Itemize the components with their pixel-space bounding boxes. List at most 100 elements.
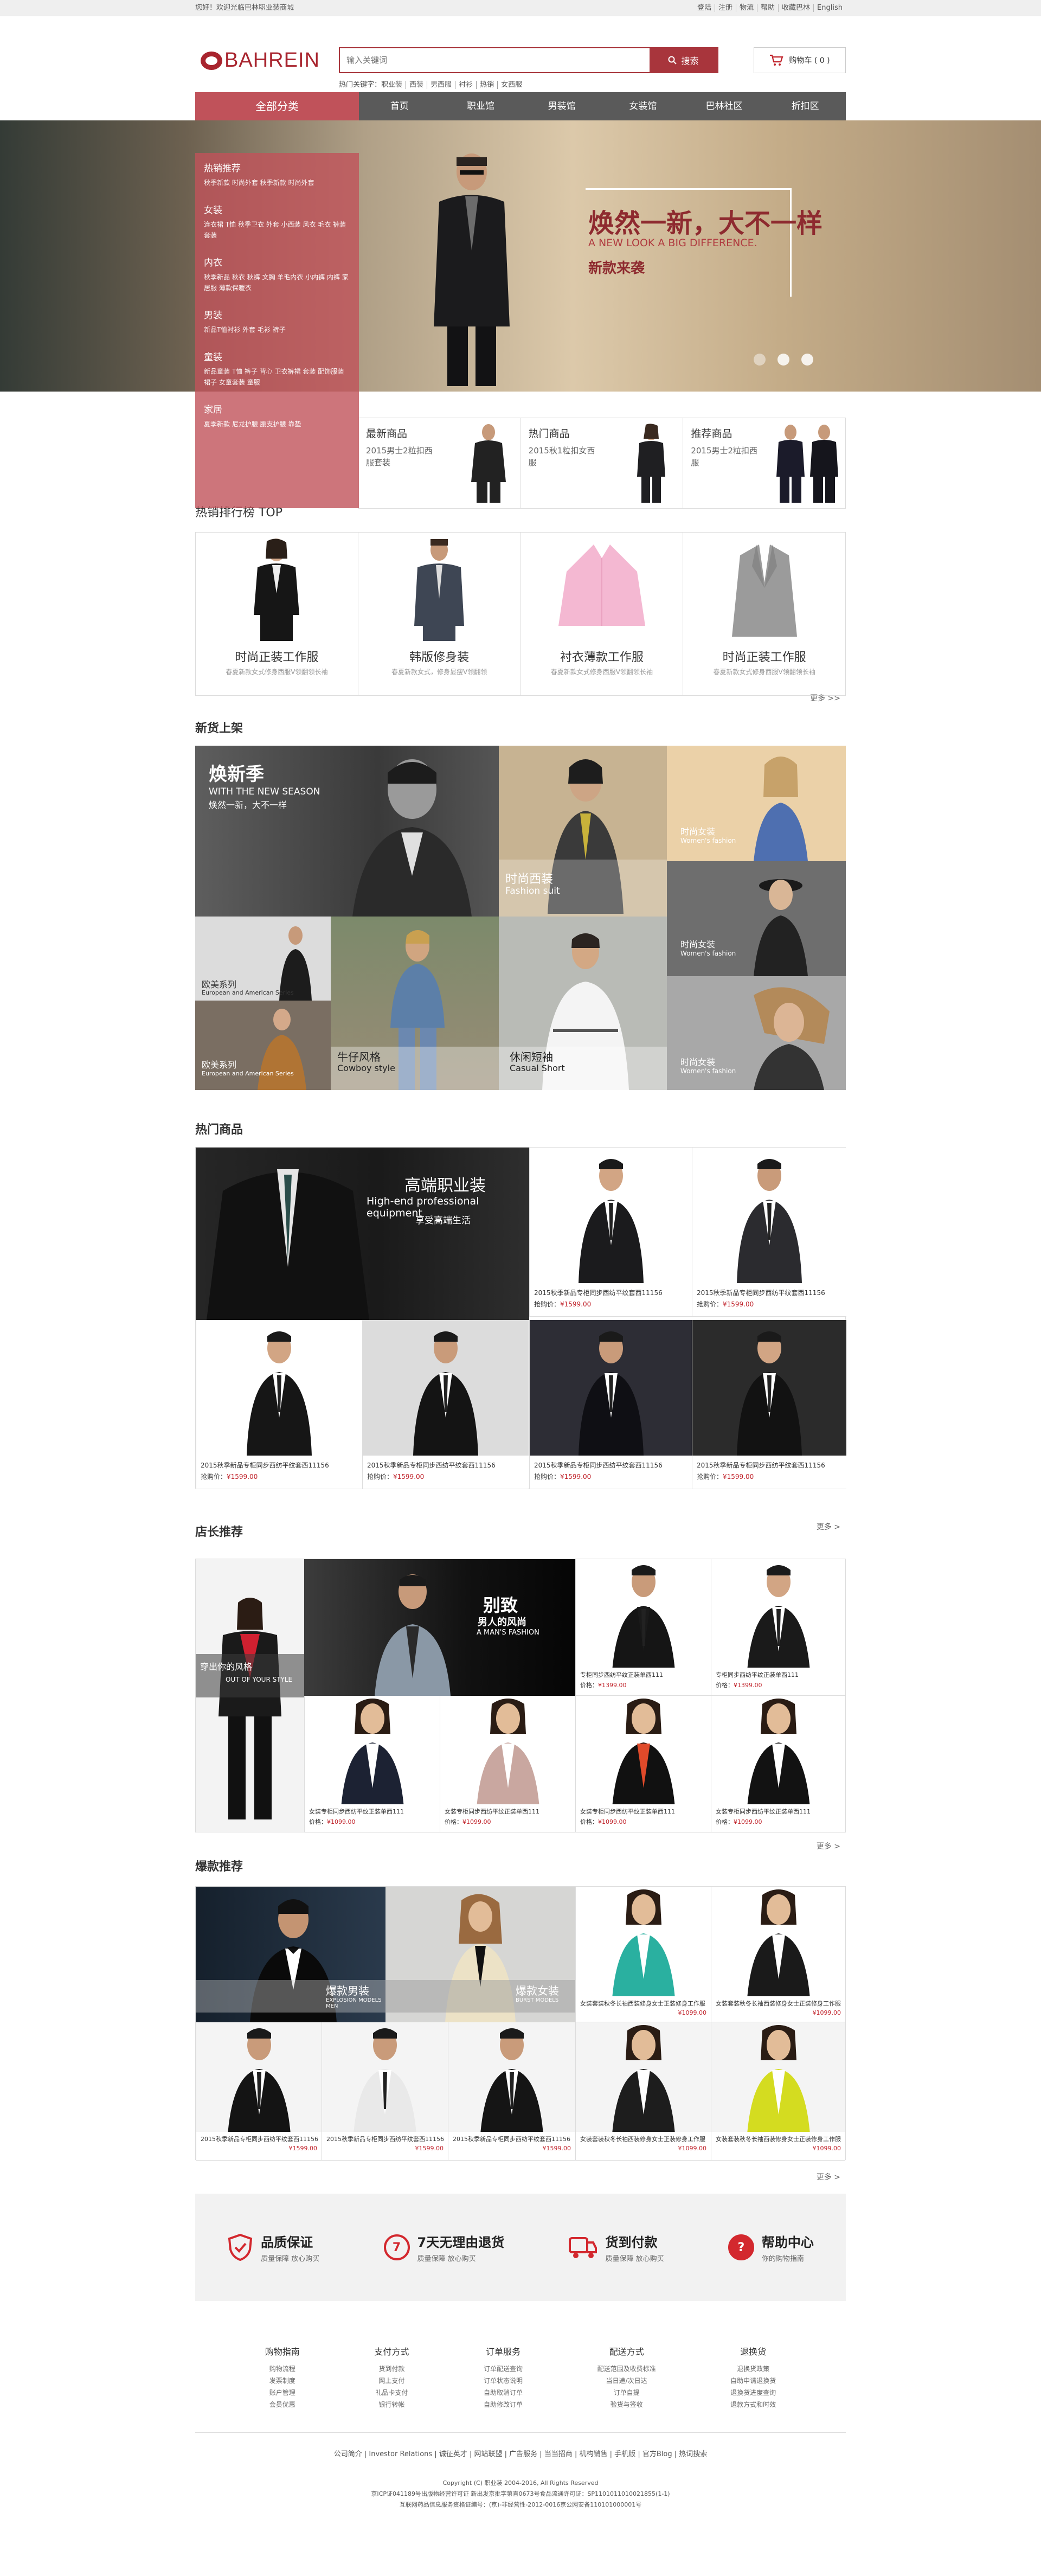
hot-keyword[interactable]: 职业装 [381, 81, 406, 89]
nav-item-men[interactable]: 男装馆 [521, 92, 602, 120]
banner-dot[interactable] [801, 354, 813, 366]
help-link[interactable]: 帮助 [757, 4, 779, 12]
manager-product-card[interactable]: 女装专柜同步西纺平纹正装单西111 价格：¥1099.00 [304, 1696, 440, 1832]
nav-item-women[interactable]: 女装馆 [602, 92, 684, 120]
footer-link[interactable]: 账户管理 [265, 2387, 300, 2399]
category-items[interactable]: 秋季新品 秋衣 秋裤 文胸 羊毛内衣 小内裤 内裤 家居服 薄款保暖衣 [204, 272, 350, 293]
footer-bottom-link[interactable]: 当当招商 [544, 2450, 573, 2458]
footer-link[interactable]: 验货与签收 [597, 2399, 656, 2411]
new-tile-european-1[interactable]: 欧美系列 European and American Series [195, 917, 331, 1001]
hot-product-card[interactable]: 2015秋季新品专柜同步西纺平纹套西11156 抢购价：¥1599.00 [196, 1320, 362, 1489]
footer-link[interactable]: 订单配送查询 [484, 2363, 523, 2375]
hot-product-card[interactable]: 2015秋季新品专柜同步西纺平纹套西11156 抢购价：¥1599.00 [362, 1320, 529, 1489]
footer-link[interactable]: 购物流程 [265, 2363, 300, 2375]
burst-product-card[interactable]: 2015秋季新品专柜同步西纺平纹套西11156 ¥1599.00 [196, 2022, 322, 2161]
footer-link[interactable]: 订单自提 [597, 2387, 656, 2399]
service-help[interactable]: ? 帮助中心 你的购物指南 [728, 2232, 814, 2263]
footer-bottom-link[interactable]: 机构销售 [580, 2450, 608, 2458]
promo-cell-recommended[interactable]: 推荐商品 2015男士2粒扣西服 [683, 418, 845, 508]
category-group[interactable]: 女装连衣裙 T恤 秋季卫衣 外套 小西装 风衣 毛衣 裤装 套装 [204, 202, 350, 241]
hero-banner[interactable]: 焕然一新，大不一样 A NEW LOOK A BIG DIFFERENCE. 新… [0, 120, 1041, 392]
burst-men-tile[interactable]: 爆款男装 EXPLOSION MODELS MEN [196, 1887, 385, 2022]
category-group[interactable]: 内衣秋季新品 秋衣 秋裤 文胸 羊毛内衣 小内裤 内裤 家居服 薄款保暖衣 [204, 255, 350, 293]
manager-product-card[interactable]: 专柜同步西纺平纹正装单西111 价格：¥1399.00 [575, 1559, 711, 1696]
hot-keyword[interactable]: 西装 [406, 81, 427, 89]
manager-product-card[interactable]: 女装专柜同步西纺平纹正装单西111 价格：¥1099.00 [711, 1696, 845, 1832]
category-title[interactable]: 内衣 [204, 255, 350, 268]
footer-column-title[interactable]: 购物指南 [265, 2344, 300, 2357]
burst-product-card[interactable]: 2015秋季新品专柜同步西纺平纹套西11156 ¥1599.00 [322, 2022, 448, 2161]
category-group[interactable]: 家居夏季新款 尼龙护腰 腰支护腰 靠垫 [204, 402, 350, 430]
service-cod[interactable]: 货到付款 质量保障 放心购买 [568, 2232, 664, 2263]
hot-keyword[interactable]: 男西服 [427, 81, 455, 89]
footer-link[interactable]: 网上支付 [374, 2375, 409, 2387]
burst-product-card[interactable]: 女装套装秋冬长袖西装修身女士正装修身工作服 ¥1099.00 [575, 1887, 711, 2022]
footer-link[interactable]: 退款方式和时效 [730, 2399, 776, 2411]
footer-link[interactable]: 礼品卡支付 [374, 2387, 409, 2399]
category-items[interactable]: 连衣裙 T恤 秋季卫衣 外套 小西装 风衣 毛衣 裤装 套装 [204, 219, 350, 241]
footer-bottom-link[interactable]: 网站联盟 [474, 2450, 502, 2458]
new-tile-cowboy[interactable]: 牛仔风格 Cowboy style [331, 917, 499, 1090]
category-items[interactable]: 夏季新款 尼龙护腰 腰支护腰 靠垫 [204, 419, 350, 430]
more-link[interactable]: 更多 > [817, 1841, 840, 1851]
manager-fashion-tile[interactable]: 别致 男人的风尚 A MAN'S FASHION [304, 1559, 575, 1696]
hot-product-card[interactable]: 2015秋季新品专柜同步西纺平纹套西11156 抢购价：¥1599.00 [692, 1148, 846, 1317]
burst-product-card[interactable]: 2015秋季新品专柜同步西纺平纹套西11156 ¥1599.00 [448, 2022, 575, 2161]
manager-product-card[interactable]: 专柜同步西纺平纹正装单西111 价格：¥1399.00 [711, 1559, 845, 1696]
new-tile-women-1[interactable]: 时尚女装 Women's fashion [667, 746, 846, 861]
footer-link[interactable]: 订单状态说明 [484, 2375, 523, 2387]
login-link[interactable]: 登陆 [694, 4, 715, 12]
hot-hero-tile[interactable]: 高端职业装 High-end professional equipment 享受… [196, 1148, 529, 1320]
footer-column-title[interactable]: 订单服务 [484, 2344, 523, 2357]
footer-column-title[interactable]: 退换货 [730, 2344, 776, 2357]
burst-women-tile[interactable]: 爆款女装 BURST MODELS [385, 1887, 575, 2022]
search-button[interactable]: 搜索 [650, 48, 717, 72]
category-title[interactable]: 热销推荐 [204, 161, 350, 174]
burst-product-card[interactable]: 女装套装秋冬长袖西装修身女士正装修身工作服 ¥1099.00 [711, 2022, 845, 2161]
footer-bottom-link[interactable]: 诚征英才 [439, 2450, 467, 2458]
footer-bottom-link[interactable]: 官方Blog [642, 2450, 672, 2458]
category-group[interactable]: 热销推荐 秋季新款 时尚外套 秋季新款 时尚外套 [204, 161, 350, 188]
hot-product-card[interactable]: 2015秋季新品专柜同步西纺平纹套西11156 抢购价：¥1599.00 [529, 1148, 692, 1317]
footer-link[interactable]: 发票制度 [265, 2375, 300, 2387]
more-link[interactable]: 更多 > [817, 1521, 840, 1532]
more-link[interactable]: 更多 >> [810, 693, 840, 703]
footer-link[interactable]: 会员优惠 [265, 2399, 300, 2411]
manager-product-card[interactable]: 女装专柜同步西纺平纹正装单西111 价格：¥1099.00 [440, 1696, 575, 1832]
new-tile-european-2[interactable]: 欧美系列 European and American Series [195, 1001, 331, 1090]
category-title[interactable]: 女装 [204, 202, 350, 216]
footer-bottom-link[interactable]: 广告服务 [509, 2450, 537, 2458]
footer-link[interactable]: 银行转帐 [374, 2399, 409, 2411]
nav-item-home[interactable]: 首页 [359, 92, 440, 120]
category-title[interactable]: 家居 [204, 402, 350, 415]
banner-dot[interactable] [777, 354, 789, 366]
service-return[interactable]: 7 7天无理由退货 质量保障 放心购买 [383, 2232, 504, 2263]
search-input[interactable] [340, 48, 650, 72]
service-quality[interactable]: 品质保证 质量保障 放心购买 [227, 2232, 319, 2263]
category-group[interactable]: 男装 新品T恤衬衫 外套 毛衫 裤子 [204, 307, 350, 335]
burst-product-card[interactable]: 女装套装秋冬长袖西装修身女士正装修身工作服 ¥1099.00 [575, 2022, 711, 2161]
hot-product-card[interactable]: 2015秋季新品专柜同步西纺平纹套西11156 抢购价：¥1599.00 [529, 1320, 692, 1489]
hot-keyword[interactable]: 女西服 [497, 81, 526, 89]
top-item[interactable]: 衬衣薄款工作服 春夏新款女式修身西服V领翻领长袖 [520, 533, 683, 695]
hot-product-card[interactable]: 2015秋季新品专柜同步西纺平纹套西11156 抢购价：¥1599.00 [692, 1320, 846, 1489]
burst-product-card[interactable]: 女装套装秋冬长袖西装修身女士正装修身工作服 ¥1099.00 [711, 1887, 845, 2022]
footer-bottom-link[interactable]: 公司简介 [334, 2450, 362, 2458]
hot-keyword[interactable]: 衬衫 [455, 81, 477, 89]
top-item[interactable]: 韩版修身装 春夏新款女式，修身显瘦V领翻领 [357, 533, 520, 695]
footer-bottom-link[interactable]: 热词搜索 [679, 2450, 707, 2458]
footer-link[interactable]: 自助申请退换货 [730, 2375, 776, 2387]
footer-bottom-link[interactable]: Investor Relations [369, 2450, 432, 2458]
promo-cell-latest[interactable]: 最新商品 2015男士2粒扣西服套装 [358, 418, 520, 508]
new-tile-casual-short[interactable]: 休闲短袖 Casual Short [499, 917, 667, 1090]
footer-link[interactable]: 货到付款 [374, 2363, 409, 2375]
top-item[interactable]: 时尚正装工作服 春夏新款女式修身西服V领翻领长袖 [196, 533, 358, 695]
all-categories-button[interactable]: 全部分类 [195, 92, 359, 120]
category-items[interactable]: 新品童装 T恤 裤子 背心 卫衣裤裙 套装 配饰服装 裙子 女童套装 童服 [204, 366, 350, 388]
favorite-link[interactable]: 收藏巴林 [778, 4, 814, 12]
footer-link[interactable]: 自助修改订单 [484, 2399, 523, 2411]
english-link[interactable]: English [813, 4, 846, 12]
footer-link[interactable]: 退换货进度查询 [730, 2387, 776, 2399]
nav-item-discount[interactable]: 折扣区 [764, 92, 846, 120]
footer-link[interactable]: 退换货政策 [730, 2363, 776, 2375]
